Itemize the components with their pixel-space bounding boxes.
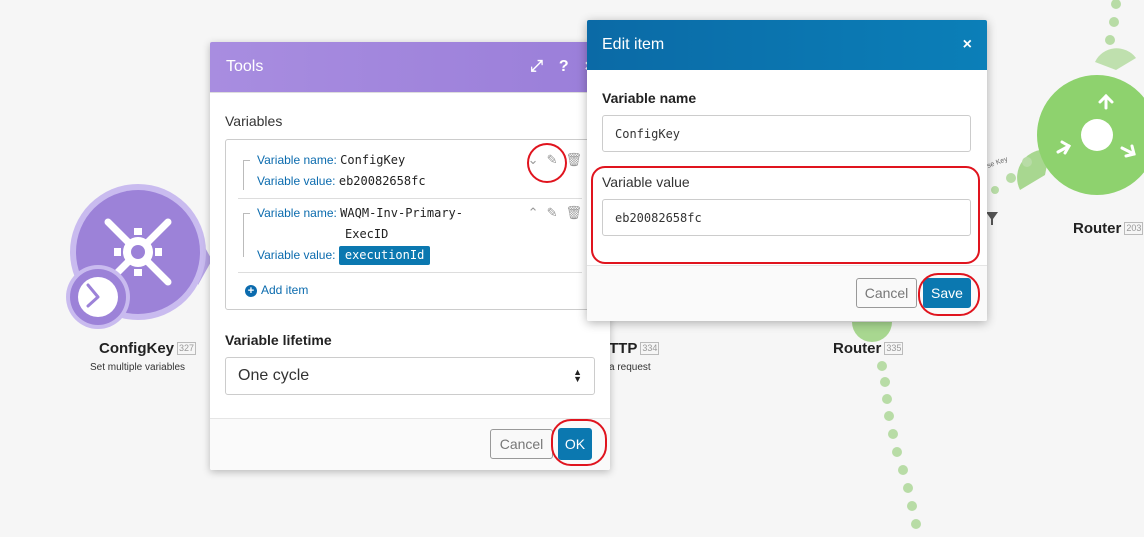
variable-name-label: Variable name: (257, 206, 337, 220)
variable-value-value: eb20082658fc (338, 174, 426, 188)
variable-lifetime-select[interactable]: One cycle ▲ ▼ (225, 357, 595, 395)
http-module-subtitle: a request (609, 362, 651, 373)
plus-icon: + (245, 285, 257, 297)
variable-name-label: Variable name: (257, 153, 337, 167)
router-top-handle[interactable] (1095, 48, 1136, 70)
variable-lifetime-value: One cycle (238, 367, 310, 384)
filter-icon[interactable] (986, 212, 998, 225)
tools-dialog-footer: Cancel OK (210, 418, 610, 470)
ok-button[interactable]: OK (558, 428, 592, 460)
edit-icon[interactable]: ✎ (547, 205, 558, 221)
save-button[interactable]: Save (923, 278, 971, 308)
variable-name-value: WAQM-Inv-Primary- (340, 206, 463, 220)
close-icon[interactable]: × (963, 36, 972, 54)
configkey-module-label: ConfigKey 327 (99, 340, 197, 357)
module-id-badge: 327 (177, 342, 197, 355)
router-203-label: Router 203 (1073, 220, 1144, 237)
http-module-label: TTP 334 (609, 340, 660, 357)
trash-icon[interactable]: 🗑 (565, 152, 582, 168)
connector-dots-top (1105, 0, 1121, 45)
cancel-button[interactable]: Cancel (490, 429, 553, 459)
list-item: Variable name: ConfigKey Variable value:… (238, 146, 582, 199)
variable-value-input[interactable]: eb20082658fc (602, 199, 971, 236)
chevron-up-icon[interactable]: ⌃ (528, 205, 539, 221)
module-id-badge: 334 (640, 342, 660, 355)
module-id-badge: 335 (884, 342, 904, 355)
tools-dialog-title: Tools (226, 58, 264, 75)
add-item-label: Add item (261, 283, 309, 297)
variable-name-value-cont: ExecID (345, 227, 389, 241)
expand-icon[interactable]: ⤢ (530, 58, 543, 76)
variables-list: Variable name: ConfigKey Variable value:… (225, 139, 595, 310)
cancel-button[interactable]: Cancel (856, 278, 917, 308)
router-335-label: Router 335 (833, 340, 904, 357)
select-arrows-icon: ▲ ▼ (573, 367, 582, 384)
list-item: Variable name: WAQM-Inv-Primary- ExecID … (238, 199, 582, 273)
edit-item-dialog: Edit item × Variable name ConfigKey Vari… (587, 20, 987, 321)
tools-dialog: Tools ⤢ ? × Variables Variable name: Con… (210, 42, 610, 470)
add-item-button[interactable]: + Add item (238, 273, 582, 303)
edit-icon[interactable]: ✎ (547, 152, 558, 168)
variable-name-input[interactable]: ConfigKey (602, 115, 971, 152)
connector-dots-bottom (877, 361, 921, 529)
trash-icon[interactable]: 🗑 (565, 205, 582, 221)
edit-item-title: Edit item (602, 36, 665, 53)
router-module[interactable] (1017, 75, 1144, 195)
variable-name-field-label: Variable name (602, 90, 697, 106)
edit-item-footer: Cancel Save (587, 265, 987, 321)
variable-name-value: ConfigKey (340, 153, 406, 167)
configkey-module[interactable] (66, 184, 212, 329)
connector-label: se Key (986, 156, 1009, 170)
router-mid-module[interactable] (852, 322, 892, 342)
variable-lifetime-label: Variable lifetime (225, 332, 332, 348)
module-id-badge: 203 (1124, 222, 1144, 235)
variable-value-label: Variable value: (257, 174, 336, 188)
variable-value-label: Variable value: (257, 248, 336, 262)
edit-item-header: Edit item × (587, 20, 987, 70)
help-icon[interactable]: ? (559, 58, 569, 76)
tools-dialog-header: Tools ⤢ ? × (210, 42, 610, 92)
chevron-down-icon[interactable]: ⌄ (528, 152, 539, 168)
configkey-module-subtitle: Set multiple variables (90, 362, 186, 373)
variable-value-pill[interactable]: executionId (338, 246, 431, 265)
variables-label: Variables (225, 113, 283, 129)
variable-value-field-label: Variable value (602, 174, 690, 190)
